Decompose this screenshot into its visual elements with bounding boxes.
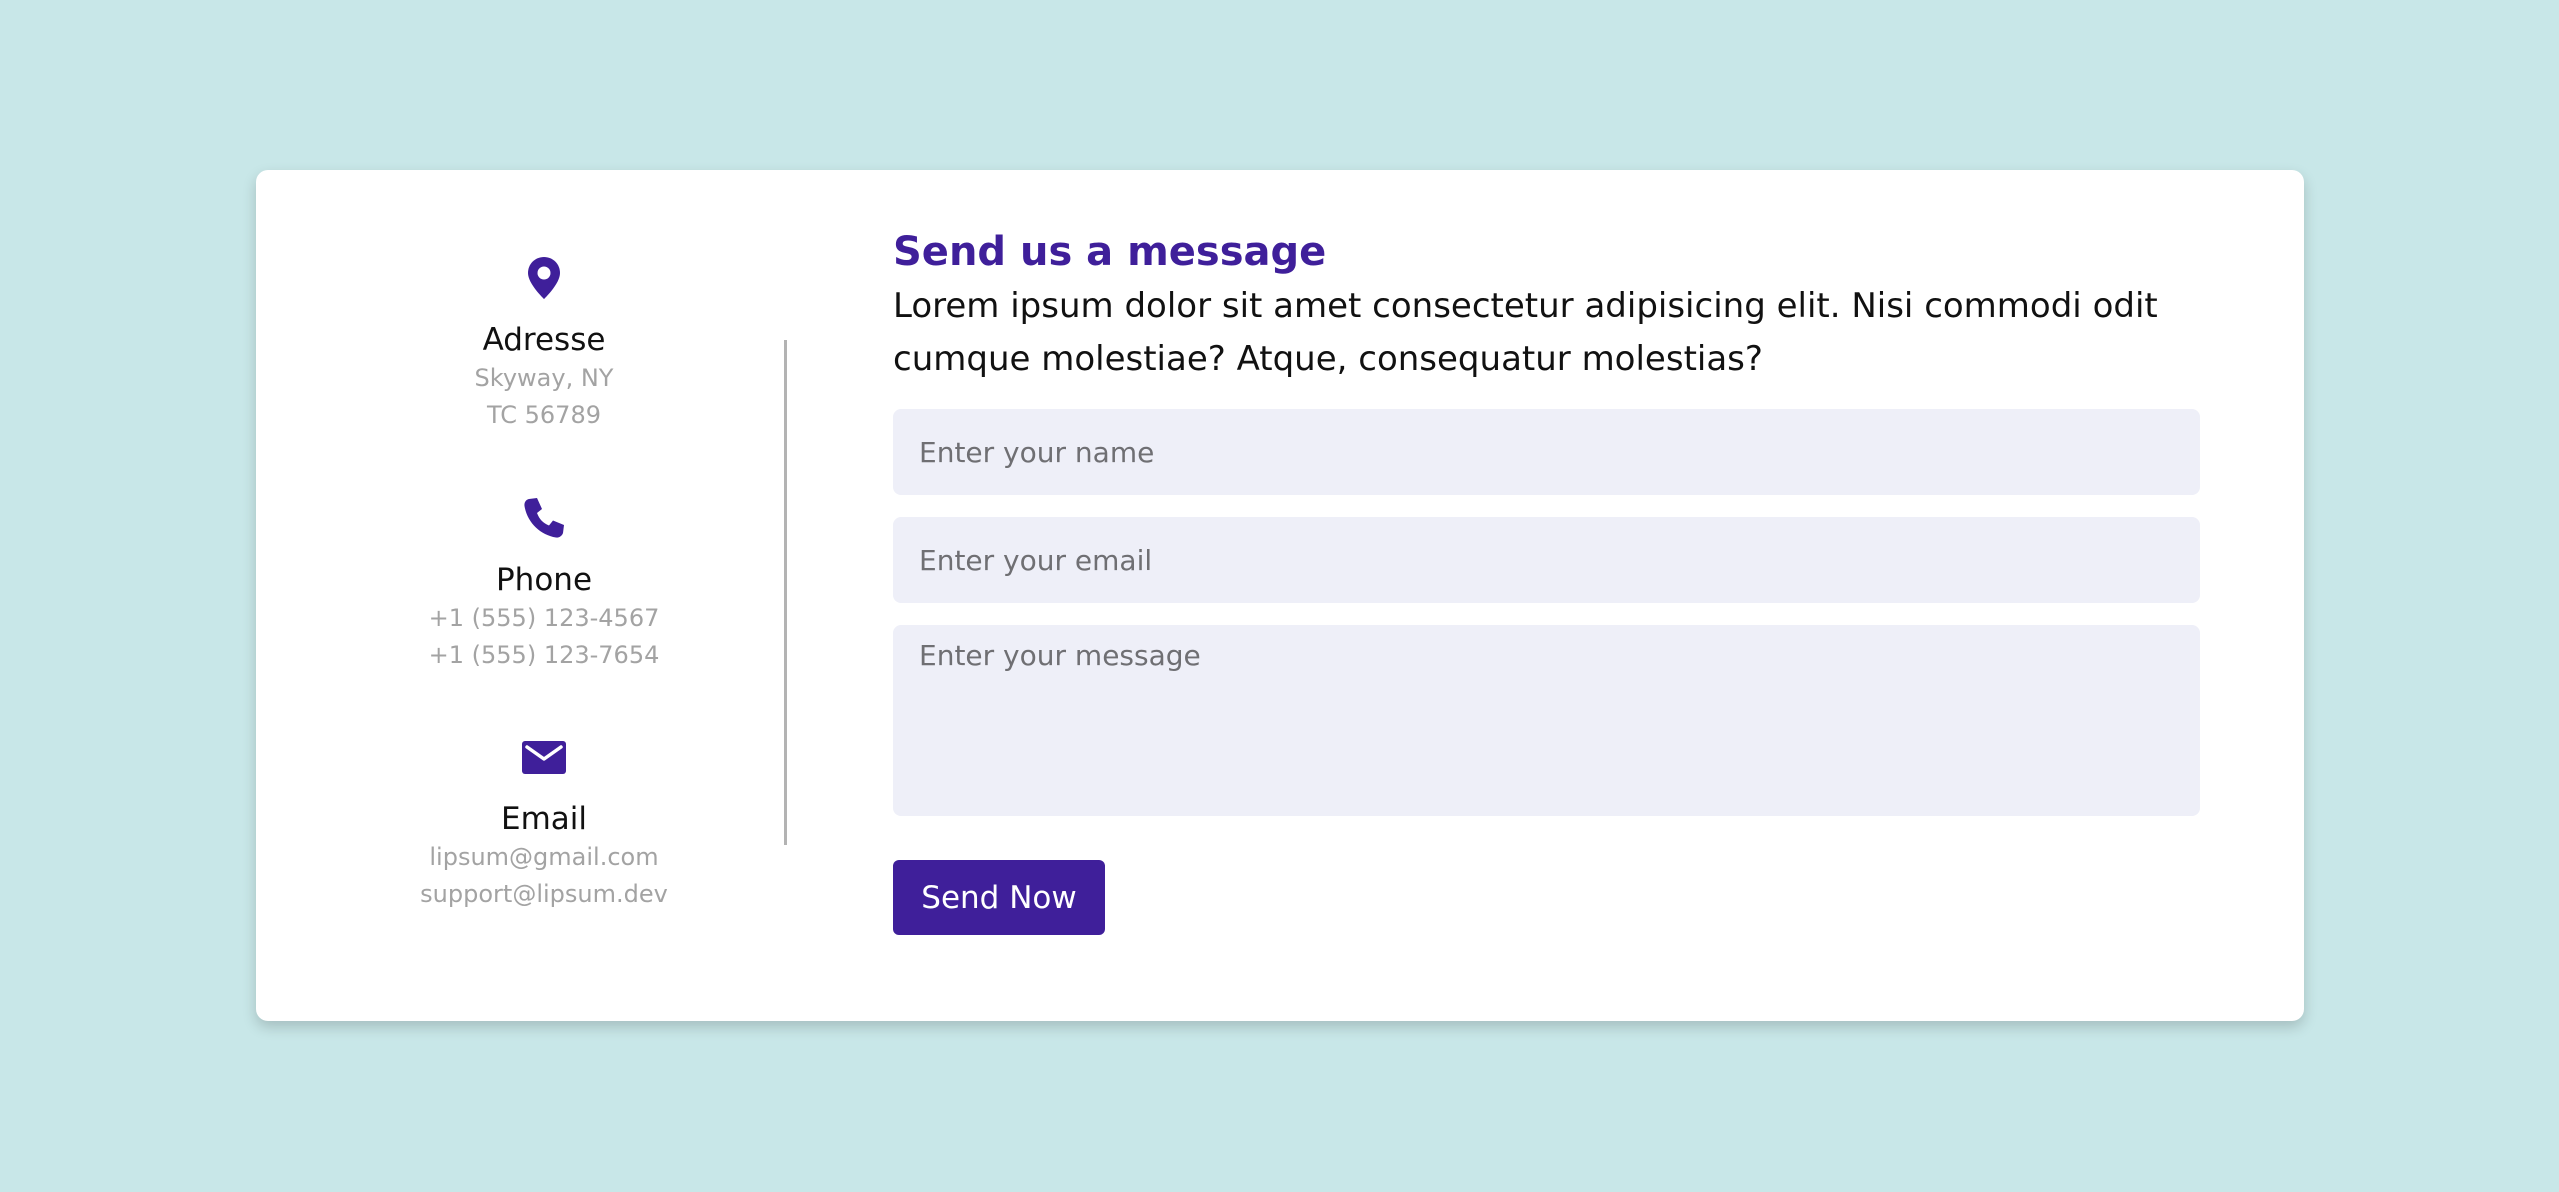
contact-info-column: Adresse Skyway, NY TC 56789 Phone +1 (55… <box>256 170 832 1021</box>
contact-phone: Phone +1 (555) 123-4567 +1 (555) 123-765… <box>256 494 832 674</box>
message-form: Send us a message Lorem ipsum dolor sit … <box>893 170 2203 1021</box>
name-input[interactable] <box>893 409 2200 495</box>
envelope-icon <box>520 733 568 781</box>
send-now-button[interactable]: Send Now <box>893 860 1105 935</box>
phone-icon <box>520 494 568 542</box>
email-input[interactable] <box>893 517 2200 603</box>
form-title: Send us a message <box>893 229 1327 275</box>
map-pin-icon <box>520 254 568 302</box>
contact-address-line-1: Skyway, NY <box>474 364 614 392</box>
contact-address: Adresse Skyway, NY TC 56789 <box>256 254 832 434</box>
contact-phone-line-1: +1 (555) 123-4567 <box>428 604 660 632</box>
contact-address-line-2: TC 56789 <box>487 401 601 429</box>
contact-phone-title: Phone <box>495 562 593 598</box>
form-description: Lorem ipsum dolor sit amet consectetur a… <box>893 286 2158 379</box>
contact-email-line-2: support@lipsum.dev <box>420 880 668 908</box>
contact-address-title: Adresse <box>482 322 606 358</box>
contact-phone-line-2: +1 (555) 123-7654 <box>428 641 660 669</box>
contact-card: Adresse Skyway, NY TC 56789 Phone +1 (55… <box>256 170 2304 1021</box>
message-textarea[interactable] <box>893 625 2200 816</box>
contact-email-title: Email <box>500 801 587 837</box>
column-divider <box>784 340 787 845</box>
contact-email-line-1: lipsum@gmail.com <box>429 843 659 871</box>
contact-email: Email lipsum@gmail.com support@lipsum.de… <box>256 733 832 913</box>
